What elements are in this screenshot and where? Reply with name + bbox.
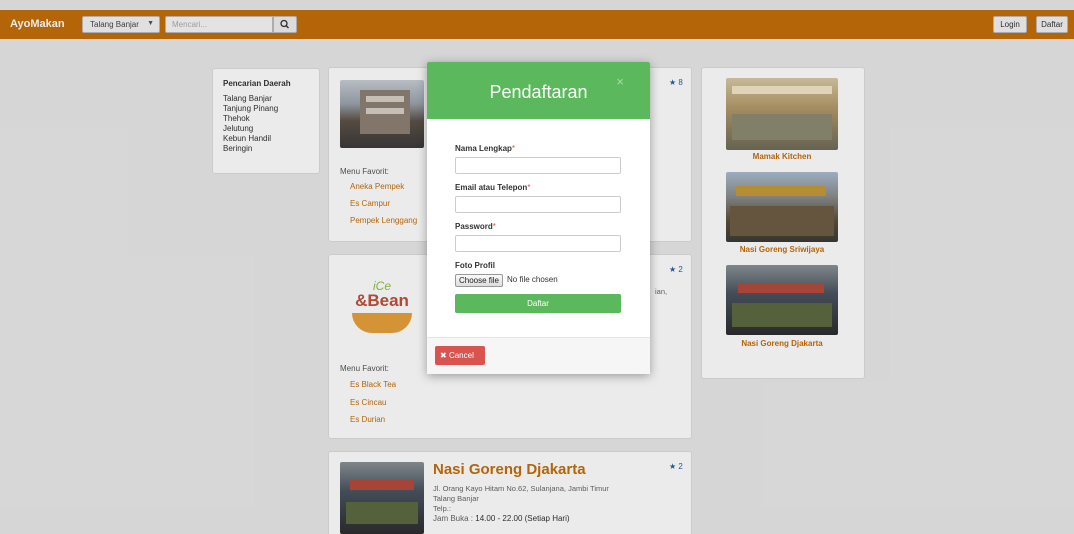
password-label: Password* — [455, 222, 496, 231]
name-label-text: Nama Lengkap — [455, 144, 512, 153]
file-status: No file chosen — [507, 275, 558, 284]
close-icon: ✖ — [440, 351, 447, 360]
cancel-label: Cancel — [448, 351, 474, 360]
email-label: Email atau Telepon* — [455, 183, 530, 192]
name-label: Nama Lengkap* — [455, 144, 515, 153]
cancel-button[interactable]: ✖ Cancel — [435, 346, 485, 365]
registration-modal: Pendaftaran × Nama Lengkap* Email atau T… — [427, 62, 650, 374]
full-name-field[interactable] — [455, 157, 621, 174]
email-phone-field[interactable] — [455, 196, 621, 213]
email-label-text: Email atau Telepon — [455, 183, 528, 192]
required-mark: * — [527, 183, 531, 192]
submit-register-button[interactable]: Daftar — [455, 294, 621, 313]
password-field[interactable] — [455, 235, 621, 252]
modal-footer: ✖ Cancel — [427, 337, 650, 374]
password-label-text: Password — [455, 222, 493, 231]
required-mark: * — [492, 222, 496, 231]
modal-header: Pendaftaran × — [427, 62, 650, 119]
choose-file-button[interactable]: Choose file — [455, 274, 503, 287]
required-mark: * — [511, 144, 516, 153]
photo-label: Foto Profil — [455, 261, 495, 270]
close-icon[interactable]: × — [616, 74, 624, 89]
